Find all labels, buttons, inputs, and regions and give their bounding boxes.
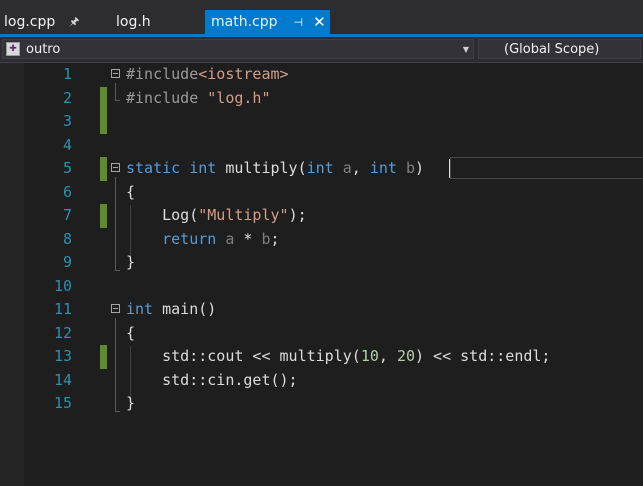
change-indicator bbox=[100, 157, 107, 181]
code-line[interactable]: 12 { bbox=[0, 322, 643, 346]
code-line[interactable]: 4 bbox=[0, 134, 643, 158]
code-line[interactable]: 9 } bbox=[0, 251, 643, 275]
tab-label: math.cpp bbox=[211, 14, 278, 30]
collapse-icon[interactable] bbox=[111, 304, 120, 313]
punctuation: ); bbox=[288, 206, 307, 224]
line-number: 14 bbox=[53, 370, 72, 389]
code-text: #include<iostream> bbox=[126, 63, 289, 87]
change-indicator bbox=[100, 110, 107, 134]
code-line[interactable]: 6 { bbox=[0, 181, 643, 205]
change-indicator bbox=[100, 204, 107, 228]
line-number: 6 bbox=[62, 182, 72, 201]
code-line[interactable]: 1 #include<iostream> bbox=[0, 63, 643, 87]
chevron-down-icon[interactable]: ▼ bbox=[463, 45, 469, 54]
code-text: } bbox=[126, 394, 136, 412]
tab-log-h[interactable]: log.h bbox=[112, 10, 202, 34]
keyword: int bbox=[189, 159, 217, 177]
code-line[interactable]: 2 #include "log.h" bbox=[0, 86, 643, 111]
function-call: Log( bbox=[126, 206, 199, 224]
code-text: static int multiply(int a, int b) bbox=[126, 157, 424, 181]
number-literal: 10 bbox=[360, 347, 379, 365]
code-text: int main() bbox=[126, 298, 216, 322]
code-line[interactable]: 14 std::cin.get(); bbox=[0, 369, 643, 393]
parameter: a bbox=[216, 229, 235, 248]
scope-dropdown[interactable]: (Global Scope) bbox=[478, 39, 641, 59]
line-number: 11 bbox=[53, 300, 72, 318]
line-number: 9 bbox=[62, 253, 72, 271]
keyword: static bbox=[126, 159, 181, 177]
document-tab-strip: log.cpp 🖈 log.h math.cpp ⊣ ✕ bbox=[0, 0, 643, 34]
project-name: outro bbox=[26, 41, 61, 57]
code-line[interactable]: 3 bbox=[0, 110, 643, 134]
keyword: int bbox=[369, 159, 397, 177]
include-header: <iostream> bbox=[198, 65, 289, 83]
include-header: "log.h" bbox=[207, 88, 271, 107]
project-dropdown[interactable]: ✚ outro ▼ bbox=[2, 39, 474, 59]
code-editor[interactable]: 1 #include<iostream> 2 #include "log.h" … bbox=[0, 63, 643, 486]
code-line-current[interactable]: 5 static int multiply(int a, int b) bbox=[0, 157, 643, 181]
number-literal: 20 bbox=[396, 347, 415, 365]
code-segment: std::cout << multiply( bbox=[126, 347, 361, 365]
parameter: a bbox=[333, 159, 352, 177]
tab-label: log.h bbox=[116, 14, 151, 30]
change-indicator bbox=[100, 86, 107, 111]
scope-label: (Global Scope) bbox=[504, 41, 600, 57]
parameter: b bbox=[396, 159, 415, 177]
punctuation: , bbox=[378, 347, 397, 365]
code-line[interactable]: 15 } bbox=[0, 392, 643, 416]
preprocessor-directive: #include bbox=[126, 65, 199, 83]
keyword: int bbox=[306, 159, 334, 177]
unpin-icon[interactable]: ⊣ bbox=[294, 16, 304, 29]
code-text: { bbox=[126, 182, 136, 201]
keyword: return bbox=[126, 229, 217, 248]
code-line[interactable]: 7 Log("Multiply"); bbox=[0, 204, 643, 228]
line-number: 4 bbox=[62, 135, 72, 154]
tab-math-cpp[interactable]: math.cpp ⊣ ✕ bbox=[205, 10, 330, 34]
tab-label: log.cpp bbox=[4, 14, 56, 30]
current-line-highlight bbox=[450, 157, 643, 179]
project-icon: ✚ bbox=[6, 42, 20, 56]
close-icon[interactable]: ✕ bbox=[313, 13, 326, 31]
line-number: 3 bbox=[62, 112, 72, 130]
pin-icon[interactable]: 🖈 bbox=[69, 13, 79, 32]
parameter: b bbox=[261, 229, 271, 248]
code-text: return a * b; bbox=[126, 228, 280, 252]
punctuation: ) bbox=[415, 159, 425, 177]
code-text: } bbox=[126, 253, 136, 271]
line-number: 15 bbox=[53, 394, 72, 412]
code-text: #include "log.h" bbox=[126, 87, 271, 111]
navigation-bar: ✚ outro ▼ (Global Scope) bbox=[0, 37, 643, 63]
change-indicator bbox=[100, 345, 107, 369]
code-text: { bbox=[126, 323, 136, 342]
line-number: 1 bbox=[62, 65, 72, 83]
string-literal: "Multiply" bbox=[198, 206, 289, 224]
operator: * bbox=[234, 229, 262, 248]
preprocessor-directive: #include bbox=[126, 88, 208, 107]
punctuation: , bbox=[351, 159, 370, 177]
function-name: main() bbox=[153, 300, 217, 318]
code-text: std::cout << multiply(10, 20) << std::en… bbox=[126, 345, 550, 369]
code-line[interactable]: 11 int main() bbox=[0, 298, 643, 322]
tab-log-cpp[interactable]: log.cpp 🖈 bbox=[0, 10, 110, 34]
code-text: Log("Multiply"); bbox=[126, 204, 307, 228]
code-line[interactable]: 8 return a * b; bbox=[0, 228, 643, 252]
line-number: 13 bbox=[53, 347, 72, 365]
line-number: 2 bbox=[62, 88, 72, 107]
line-number: 12 bbox=[53, 323, 72, 342]
collapse-icon[interactable] bbox=[111, 69, 120, 78]
function-name: multiply( bbox=[216, 159, 307, 177]
text-caret bbox=[449, 159, 450, 178]
code-line[interactable]: 13 std::cout << multiply(10, 20) << std:… bbox=[0, 345, 643, 369]
code-line[interactable]: 10 bbox=[0, 275, 643, 299]
line-number: 5 bbox=[62, 159, 72, 177]
collapse-icon[interactable] bbox=[111, 163, 120, 172]
line-number: 10 bbox=[53, 276, 72, 295]
line-number: 8 bbox=[62, 229, 72, 248]
code-segment: ) << std::endl; bbox=[415, 347, 551, 365]
code-text: std::cin.get(); bbox=[126, 370, 298, 389]
keyword: int bbox=[126, 300, 154, 318]
line-number: 7 bbox=[62, 206, 72, 224]
punctuation: ; bbox=[270, 229, 280, 248]
